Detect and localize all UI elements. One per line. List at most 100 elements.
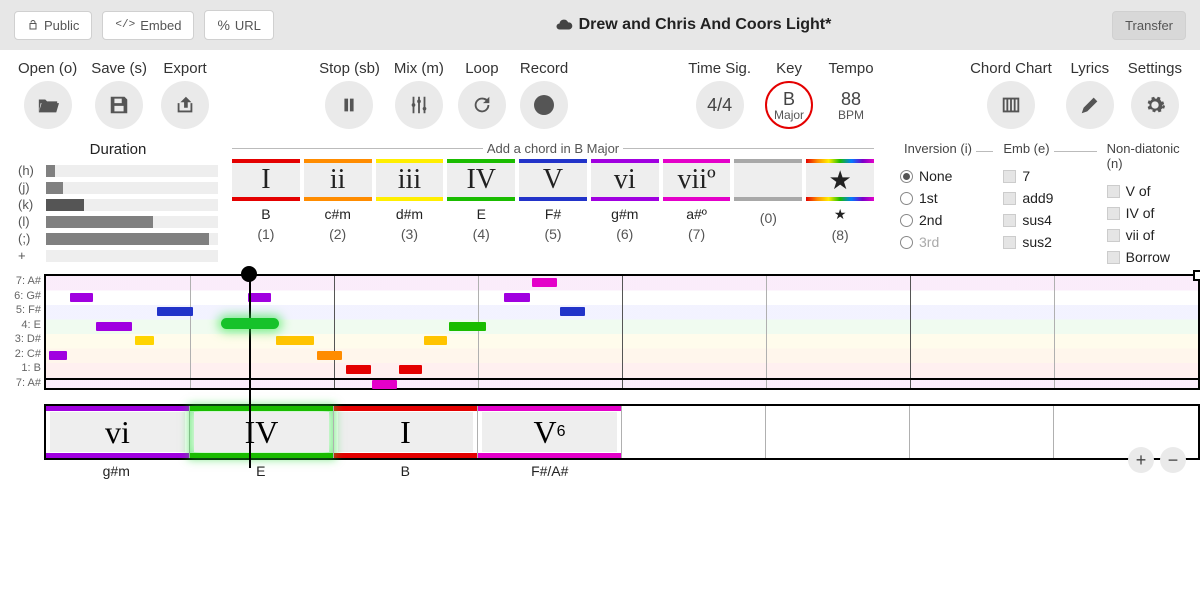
emb-option[interactable]: sus2 [1003, 231, 1096, 253]
chord-tile[interactable]: iiid#m(3) [376, 159, 444, 243]
picker-header: Add a chord in B Major [232, 141, 874, 156]
note[interactable] [317, 351, 342, 360]
duration-panel: Duration (h)(j)(k)(l)(;)+ [18, 141, 218, 268]
duration-title: Duration [18, 141, 218, 158]
duration-row[interactable]: + [18, 247, 218, 264]
note[interactable] [70, 293, 93, 302]
nondiatonic-option[interactable]: V of [1107, 180, 1200, 202]
open-button[interactable]: Open (o) [18, 60, 77, 129]
chord-picker: Add a chord in B Major IB(1)iic#m(2)iiid… [232, 141, 874, 268]
chord-tile[interactable]: IVE(4) [447, 159, 515, 243]
emb-option[interactable]: sus4 [1003, 209, 1096, 231]
cloud-icon [555, 16, 573, 34]
public-button[interactable]: Public [14, 11, 92, 40]
export-button[interactable]: Export [161, 60, 209, 129]
link-icon: % [217, 17, 229, 33]
inversion-col: Inversion (i) None1st2nd3rd [900, 141, 993, 268]
song-title: Drew and Chris And Coors Light* [284, 16, 1102, 34]
region-end-handle[interactable] [1193, 270, 1200, 281]
time-sig[interactable]: Time Sig. 4/4 [688, 60, 751, 129]
chord-chart-button[interactable]: Chord Chart [970, 60, 1052, 129]
piano-roll[interactable] [44, 274, 1200, 390]
tempo[interactable]: Tempo 88BPM [827, 60, 875, 129]
chord-tile[interactable]: vig#m(6) [591, 159, 659, 243]
chord-slot[interactable] [766, 406, 910, 458]
inversion-option[interactable]: 3rd [900, 231, 993, 253]
duration-row[interactable]: (;) [18, 230, 218, 247]
nondiatonic-option[interactable]: Borrow [1107, 246, 1200, 268]
inversion-option[interactable]: None [900, 165, 993, 187]
nondiatonic-option[interactable]: IV of [1107, 202, 1200, 224]
chord-track[interactable]: viIVIV6 [44, 404, 1200, 460]
nond-col: Non-diatonic (n) V ofIV ofvii ofBorrow [1107, 141, 1200, 268]
transfer-button[interactable]: Transfer [1112, 11, 1186, 40]
note[interactable] [504, 293, 529, 302]
piano-icon [1000, 94, 1022, 116]
chord-tile[interactable]: IB(1) [232, 159, 300, 243]
transfer-label: Transfer [1125, 18, 1173, 33]
unlock-icon [27, 19, 39, 31]
duration-row[interactable]: (h) [18, 162, 218, 179]
note[interactable] [248, 293, 271, 302]
loop-button[interactable]: Loop [458, 60, 506, 129]
duration-row[interactable]: (k) [18, 196, 218, 213]
chord-slot[interactable] [910, 406, 1054, 458]
duration-row[interactable]: (j) [18, 179, 218, 196]
pencil-icon [1079, 94, 1101, 116]
chord-tile[interactable]: iic#m(2) [304, 159, 372, 243]
note[interactable] [346, 365, 371, 374]
save-button[interactable]: Save (s) [91, 60, 147, 129]
chord-slot[interactable]: vi [46, 406, 190, 458]
public-label: Public [44, 18, 79, 33]
emb-option[interactable]: add9 [1003, 187, 1096, 209]
inversion-option[interactable]: 2nd [900, 209, 993, 231]
emb-col: Emb (e) 7add9sus4sus2 [1003, 141, 1096, 268]
url-button[interactable]: % URL [204, 10, 273, 40]
note[interactable] [399, 365, 422, 374]
note[interactable] [49, 351, 66, 360]
save-icon [108, 94, 130, 116]
playhead-line[interactable] [249, 276, 251, 468]
mix-button[interactable]: Mix (m) [394, 60, 444, 129]
chord-tile[interactable]: ★★(8) [806, 159, 874, 243]
chord-slot[interactable]: IV [190, 406, 334, 458]
export-icon [174, 94, 196, 116]
roll-labels: 7: A#6: G#5: F#4: E3: D#2: C#1: B7: A# [0, 274, 44, 390]
stop-button[interactable]: Stop (sb) [319, 60, 380, 129]
settings-button[interactable]: Settings [1128, 60, 1182, 129]
url-label: URL [235, 18, 261, 33]
chord-tile[interactable]: VF#(5) [519, 159, 587, 243]
nondiatonic-option[interactable]: vii of [1107, 224, 1200, 246]
record-button[interactable]: Record [520, 60, 568, 129]
note[interactable] [372, 380, 397, 389]
topbar: Public </> Embed % URL Drew and Chris An… [0, 0, 1200, 50]
inversion-option[interactable]: 1st [900, 187, 993, 209]
zoom-out-button[interactable]: − [1160, 447, 1186, 473]
zoom-controls: + − [1128, 447, 1186, 473]
chord-tile[interactable]: viiºa#º(7) [663, 159, 731, 243]
chord-tile[interactable]: (0) [734, 159, 802, 243]
note[interactable] [532, 278, 557, 287]
note[interactable] [276, 336, 314, 345]
note[interactable] [424, 336, 447, 345]
emb-option[interactable]: 7 [1003, 165, 1096, 187]
chord-slot[interactable] [622, 406, 766, 458]
open-icon [37, 94, 59, 116]
embed-button[interactable]: </> Embed [102, 11, 194, 40]
loop-icon [471, 94, 493, 116]
note[interactable] [135, 336, 155, 345]
duration-row[interactable]: (l) [18, 213, 218, 230]
mid-row: Duration (h)(j)(k)(l)(;)+ Add a chord in… [0, 133, 1200, 268]
gear-icon [1144, 94, 1166, 116]
zoom-in-button[interactable]: + [1128, 447, 1154, 473]
note[interactable] [449, 322, 486, 331]
note[interactable] [157, 307, 194, 316]
note[interactable] [96, 322, 133, 331]
key-selector[interactable]: Key BMajor [765, 60, 813, 129]
current-note[interactable] [221, 318, 279, 329]
sliders-icon [408, 94, 430, 116]
note[interactable] [560, 307, 585, 316]
chord-slot[interactable]: I [334, 406, 478, 458]
chord-slot[interactable]: V6 [478, 406, 622, 458]
lyrics-button[interactable]: Lyrics [1066, 60, 1114, 129]
